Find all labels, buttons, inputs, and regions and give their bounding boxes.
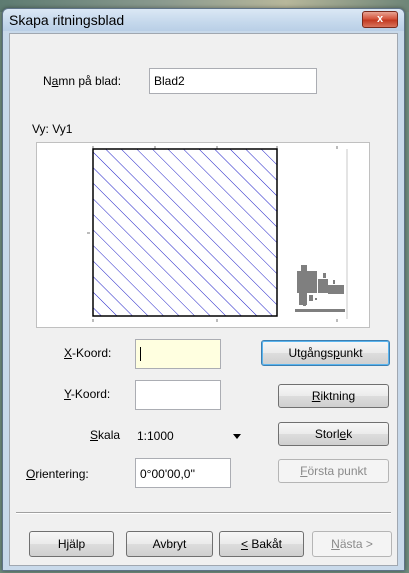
back-button[interactable]: < Bakåt <box>219 531 304 557</box>
y-coord-label: Y-Koord: <box>64 387 111 401</box>
scale-dropdown[interactable]: 1:1000 <box>137 428 243 446</box>
close-button[interactable]: x <box>362 11 398 28</box>
sheet-name-label: Namn på blad: <box>43 74 122 88</box>
sheet-area <box>92 148 278 317</box>
y-coord-input[interactable] <box>135 380 221 410</box>
origin-button[interactable]: Utgångspunkt <box>261 340 390 366</box>
size-button[interactable]: Storlek <box>278 422 389 446</box>
dialog-client-area: Namn på blad: Blad2 Vy: Vy1 X-Koord: Y-K… <box>9 33 398 566</box>
cancel-button[interactable]: Avbryt <box>126 531 213 557</box>
sheet-name-input[interactable]: Blad2 <box>149 68 317 94</box>
sheet-preview <box>36 142 370 328</box>
next-button[interactable]: Nästa > <box>312 531 392 557</box>
preview-drawing <box>87 146 348 322</box>
window-title: Skapa ritningsblad <box>9 12 125 28</box>
title-bar[interactable]: Skapa ritningsblad x <box>3 9 404 31</box>
x-coord-input[interactable] <box>135 339 221 369</box>
x-coord-label: X-Koord: <box>64 346 112 360</box>
close-icon: x <box>376 13 384 25</box>
map-data-cluster <box>295 265 345 312</box>
scale-label: Skala <box>90 428 121 442</box>
first-point-button[interactable]: Första punkt <box>278 459 389 483</box>
text-caret <box>140 347 141 361</box>
view-label: Vy: Vy1 <box>32 122 73 136</box>
direction-button[interactable]: Riktning <box>278 384 389 408</box>
orientation-input[interactable]: 0°00'00,0'' <box>135 458 231 488</box>
scale-selected-value: 1:1000 <box>137 429 174 443</box>
orientation-label: Orientering: <box>26 467 89 481</box>
help-button[interactable]: Hjälp <box>29 531 114 557</box>
footer-separator <box>16 512 391 514</box>
create-sheet-dialog: Skapa ritningsblad x Namn på blad: Blad2… <box>2 8 405 571</box>
chevron-down-icon[interactable] <box>233 434 241 439</box>
